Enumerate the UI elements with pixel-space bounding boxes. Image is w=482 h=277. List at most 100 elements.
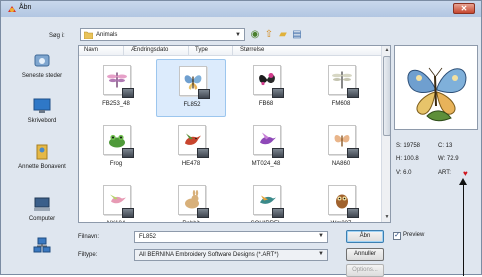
file-item[interactable]: MT024_48 (231, 119, 301, 177)
file-item[interactable]: FB68 (231, 59, 301, 117)
place-network[interactable] (9, 237, 75, 257)
file-item[interactable]: Frog (81, 119, 151, 177)
place-user[interactable]: Annette Bonavent (9, 143, 75, 171)
network-icon (33, 237, 51, 253)
dragonfly-icon (107, 72, 127, 88)
file-thumbnail (328, 185, 359, 218)
file-type-badge-icon (272, 148, 284, 158)
file-item[interactable]: FM608 (306, 59, 376, 117)
scrollbar-thumb[interactable] (383, 56, 390, 136)
column-size[interactable]: Størrelse (240, 47, 264, 53)
file-type-badge-icon (122, 148, 134, 158)
filename-value: FL852 (139, 234, 157, 240)
filename-input[interactable]: FL852 ▼ (134, 231, 328, 243)
file-name: FL852 (183, 102, 201, 108)
open-dialog: Åbn ✕ Søg i: Animals ▼ ◉ ⇧ ▰ ▤ Seneste s… (0, 0, 482, 277)
file-name: FM608 (331, 101, 351, 107)
scroll-up-icon[interactable]: ▲ (382, 46, 390, 55)
dragonfly-gray-icon (332, 71, 352, 89)
file-name: MT024_48 (251, 161, 281, 167)
stitch-count: S: 19758 (396, 143, 421, 149)
file-name: Rabbit (156, 221, 226, 222)
look-in-dropdown[interactable]: Animals ▼ (80, 28, 245, 41)
column-type[interactable]: Type (195, 47, 208, 53)
options-button[interactable]: Options... (346, 264, 384, 277)
file-item[interactable]: Wm337 (306, 179, 376, 222)
moth-icon (334, 135, 350, 147)
bird-red-icon (185, 133, 201, 145)
close-button[interactable]: ✕ (453, 3, 475, 14)
file-item[interactable]: FB253_48 (81, 59, 151, 117)
place-label: Computer (28, 216, 56, 222)
place-label: Seneste steder (21, 73, 63, 79)
file-type-badge-icon (347, 148, 359, 158)
preview-checkbox[interactable]: ✓ (393, 232, 401, 240)
window-title: Åbn (19, 4, 32, 11)
file-type-badge-icon (347, 88, 359, 98)
preview-pane (394, 45, 478, 130)
file-thumbnail (179, 66, 210, 99)
filetype-select[interactable]: All BERNINA Embroidery Software Designs … (134, 249, 328, 261)
file-item[interactable]: NA860 (306, 119, 376, 177)
file-type-badge-icon (197, 148, 209, 158)
black-butterfly-icon (259, 73, 275, 86)
width-value: W: 72.9 (438, 156, 459, 162)
look-in-label: Søg i: (49, 33, 65, 39)
file-thumbnail (253, 65, 284, 98)
butterfly-preview-image (407, 67, 467, 122)
file-name: HE478 (181, 161, 201, 167)
file-list[interactable]: Navn Ændringsdato Type Størrelse FB253_4… (78, 45, 391, 223)
file-type-badge-icon (197, 208, 209, 218)
bird-pink-icon (110, 194, 126, 204)
file-thumbnail (103, 185, 134, 218)
file-type-badge-icon (122, 208, 134, 218)
file-name: FB68 (258, 101, 274, 107)
owl-icon (336, 194, 348, 209)
frog-icon (109, 134, 125, 148)
folder-icon (84, 31, 93, 39)
file-thumbnail (253, 185, 284, 218)
column-divider[interactable] (123, 46, 124, 56)
view-menu-icon[interactable]: ▤ (290, 28, 304, 41)
heart-icon: ♥ (463, 169, 468, 178)
places-bar: Seneste steder Skrivebord Annette Bonave… (9, 47, 75, 257)
toolbar: ◉ ⇧ ▰ ▤ (248, 28, 308, 41)
recent-places-icon (34, 54, 50, 67)
file-type-badge-icon (272, 88, 284, 98)
open-button[interactable]: Åbn (346, 230, 384, 243)
file-name: SQUIRREL (231, 221, 301, 222)
new-folder-icon[interactable]: ▰ (276, 28, 290, 41)
file-item[interactable]: Rabbit (156, 179, 226, 222)
column-name[interactable]: Navn (84, 47, 98, 53)
file-item[interactable]: NX184 (81, 179, 151, 222)
place-desktop[interactable]: Skrivebord (9, 97, 75, 125)
desktop-icon (33, 98, 51, 113)
place-computer[interactable]: Computer (9, 195, 75, 223)
up-folder-icon[interactable]: ⇧ (262, 28, 276, 41)
file-type-badge-icon (198, 89, 210, 99)
cancel-button[interactable]: Annuller (346, 248, 384, 261)
file-name: Frog (109, 161, 123, 167)
file-item[interactable]: FL852 (156, 59, 226, 117)
file-item[interactable]: HE478 (156, 119, 226, 177)
file-name: NX184 (81, 221, 151, 222)
file-thumbnail (253, 125, 284, 158)
chevron-down-icon[interactable]: ▼ (318, 251, 324, 257)
place-label: Skrivebord (27, 118, 57, 124)
column-divider[interactable] (188, 46, 189, 56)
filename-label: Filnavn: (78, 234, 100, 240)
vertical-scrollbar[interactable]: ▲ ▼ (381, 46, 390, 222)
filetype-value: All BERNINA Embroidery Software Designs … (139, 252, 279, 258)
file-thumbnail (328, 65, 359, 98)
chevron-down-icon[interactable]: ▼ (318, 233, 324, 239)
computer-icon (34, 197, 50, 211)
place-recent[interactable]: Seneste steder (9, 52, 75, 80)
column-divider[interactable] (232, 46, 233, 56)
back-icon[interactable]: ◉ (248, 28, 262, 41)
file-item[interactable]: SQUIRREL (231, 179, 301, 222)
file-grid: FB253_48 FL852 FB68 FM608 Frog HE478 MT024_48 N… (79, 57, 381, 222)
scroll-down-icon[interactable]: ▼ (382, 213, 390, 222)
callout-arrow-line (463, 181, 464, 276)
file-thumbnail (103, 125, 134, 158)
column-date[interactable]: Ændringsdato (131, 47, 168, 53)
